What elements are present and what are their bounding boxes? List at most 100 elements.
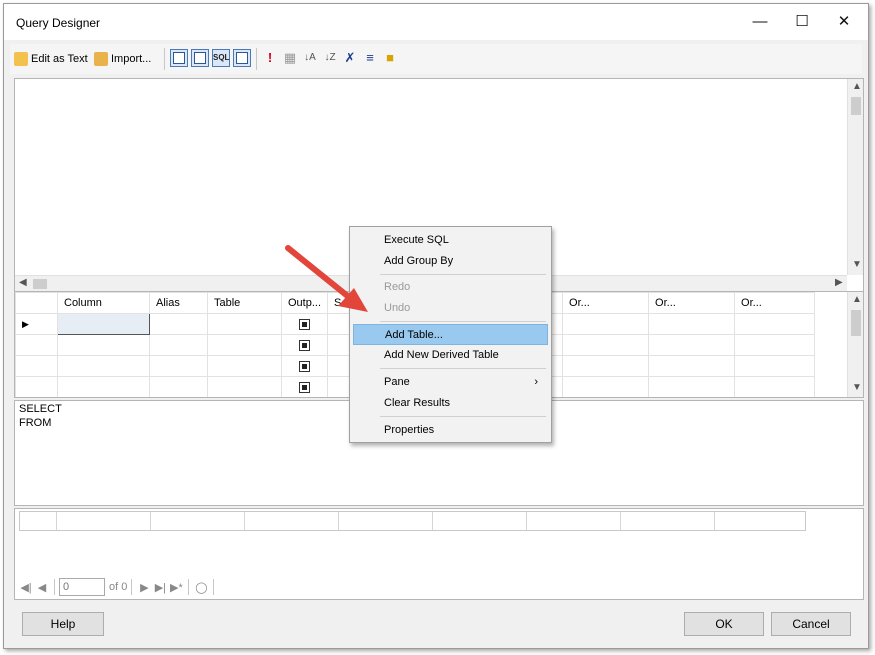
menu-item-add-table[interactable]: Add Table... xyxy=(353,324,548,345)
nav-separator xyxy=(131,579,133,595)
edit-as-text-button[interactable]: Edit as Text xyxy=(14,50,88,68)
record-navigator: ◀| ◀ 0 of 0 ▶ ▶| ▶* ◯ xyxy=(18,576,218,598)
or-cell[interactable] xyxy=(562,355,650,377)
menu-item-add-group-by[interactable]: Add Group By xyxy=(353,251,548,272)
help-button[interactable]: Help xyxy=(22,612,104,636)
or-header[interactable]: Or... xyxy=(648,292,736,314)
alias-cell[interactable] xyxy=(149,355,208,377)
grid-vertical-scrollbar[interactable]: ▲ ▼ xyxy=(847,292,863,397)
sort-descending-icon[interactable]: ↓Z xyxy=(322,49,338,67)
alias-header[interactable]: Alias xyxy=(149,292,208,314)
group-by-icon[interactable]: ≡ xyxy=(362,49,378,67)
or-cell[interactable] xyxy=(562,376,650,397)
or-cell[interactable] xyxy=(562,313,650,335)
menu-item-execute-sql[interactable]: Execute SQL xyxy=(353,230,548,251)
current-row-indicator-icon: ▶ xyxy=(15,313,58,335)
previous-record-icon[interactable]: ◀ xyxy=(34,581,50,594)
or-cell[interactable] xyxy=(562,334,650,356)
remove-filter-icon[interactable]: ✗ xyxy=(342,49,358,67)
or-cell[interactable] xyxy=(734,334,816,356)
diagram-vertical-scrollbar[interactable]: ▲ ▼ xyxy=(847,79,863,275)
table-header[interactable]: Table xyxy=(207,292,282,314)
scroll-left-icon[interactable]: ◀ xyxy=(19,277,27,288)
scroll-down-icon[interactable]: ▼ xyxy=(852,259,862,270)
or-cell[interactable] xyxy=(734,313,816,335)
row-selector[interactable] xyxy=(15,376,58,397)
output-checkbox[interactable] xyxy=(299,360,311,372)
menu-item-undo: Undo xyxy=(384,302,411,314)
record-count-label: of 0 xyxy=(109,581,128,593)
table-cell[interactable] xyxy=(207,313,282,335)
table-cell[interactable] xyxy=(207,334,282,356)
or-cell[interactable] xyxy=(734,376,816,397)
output-checkbox[interactable] xyxy=(299,318,311,330)
import-button[interactable]: Import... xyxy=(94,50,151,68)
output-cell[interactable] xyxy=(280,334,329,356)
column-header[interactable]: Column xyxy=(57,292,150,314)
column-cell[interactable] xyxy=(57,313,150,335)
results-cell xyxy=(527,512,621,530)
sort-ascending-icon[interactable]: ↓A xyxy=(302,49,318,67)
add-table-icon[interactable]: ■ xyxy=(382,49,398,67)
menu-item-properties[interactable]: Properties xyxy=(353,420,548,441)
ok-button[interactable]: OK xyxy=(684,612,764,636)
menu-item-clear-results[interactable]: Clear Results xyxy=(353,393,548,414)
results-cell xyxy=(57,512,151,530)
window-title: Query Designer xyxy=(16,16,101,30)
column-cell[interactable] xyxy=(57,355,150,377)
or-cell[interactable] xyxy=(648,334,736,356)
results-cell xyxy=(339,512,433,530)
table-cell[interactable] xyxy=(207,376,282,397)
alias-cell[interactable] xyxy=(149,313,208,335)
toolbar: Edit as Text Import... SQL ! ▦ ↓A ↓Z ✗ ≡… xyxy=(10,44,862,74)
column-cell[interactable] xyxy=(57,376,150,397)
diagram-pane-toggle[interactable] xyxy=(170,49,188,67)
menu-item-add-new-derived-table[interactable]: Add New Derived Table xyxy=(353,345,548,366)
output-cell[interactable] xyxy=(280,355,329,377)
scroll-up-icon[interactable]: ▲ xyxy=(852,294,862,305)
run-exclamation-icon[interactable]: ! xyxy=(262,49,278,67)
minimize-icon[interactable]: — xyxy=(740,8,780,36)
results-cell xyxy=(433,512,527,530)
results-cell xyxy=(245,512,339,530)
scroll-right-icon[interactable]: ▶ xyxy=(835,277,843,288)
results-pane-icon xyxy=(236,52,248,64)
menu-separator xyxy=(380,321,546,322)
sql-pane-toggle[interactable]: SQL xyxy=(212,49,230,67)
alias-cell[interactable] xyxy=(149,334,208,356)
new-record-icon[interactable]: ▶* xyxy=(168,581,184,594)
output-cell[interactable] xyxy=(280,376,329,397)
maximize-icon[interactable]: ☐ xyxy=(782,8,822,36)
or-cell[interactable] xyxy=(648,313,736,335)
alias-cell[interactable] xyxy=(149,376,208,397)
output-checkbox[interactable] xyxy=(299,381,311,393)
menu-item-pane[interactable]: Pane › xyxy=(353,372,548,393)
results-pane-toggle[interactable] xyxy=(233,49,251,67)
scroll-down-icon[interactable]: ▼ xyxy=(852,382,862,393)
record-number-input[interactable]: 0 xyxy=(59,578,105,596)
verify-sql-icon[interactable]: ▦ xyxy=(282,49,298,67)
or-cell[interactable] xyxy=(648,376,736,397)
table-cell[interactable] xyxy=(207,355,282,377)
output-checkbox[interactable] xyxy=(299,339,311,351)
last-record-icon[interactable]: ▶| xyxy=(152,581,168,594)
close-icon[interactable]: ✕ xyxy=(824,8,864,36)
column-cell[interactable] xyxy=(57,334,150,356)
first-record-icon[interactable]: ◀| xyxy=(18,581,34,594)
scroll-thumb[interactable] xyxy=(851,310,861,336)
or-header[interactable]: Or... xyxy=(562,292,650,314)
scroll-thumb[interactable] xyxy=(33,279,47,289)
grid-pane-toggle[interactable] xyxy=(191,49,209,67)
results-cell xyxy=(621,512,715,530)
row-selector[interactable] xyxy=(15,334,58,356)
cancel-button[interactable]: Cancel xyxy=(771,612,851,636)
or-header[interactable]: Or... xyxy=(734,292,816,314)
or-cell[interactable] xyxy=(648,355,736,377)
next-record-icon[interactable]: ▶ xyxy=(136,581,152,594)
stop-icon[interactable]: ◯ xyxy=(193,581,209,594)
scroll-up-icon[interactable]: ▲ xyxy=(852,81,862,92)
or-cell[interactable] xyxy=(734,355,816,377)
sql-from-line: FROM xyxy=(19,417,52,429)
scroll-thumb[interactable] xyxy=(851,97,861,115)
row-selector[interactable] xyxy=(15,355,58,377)
